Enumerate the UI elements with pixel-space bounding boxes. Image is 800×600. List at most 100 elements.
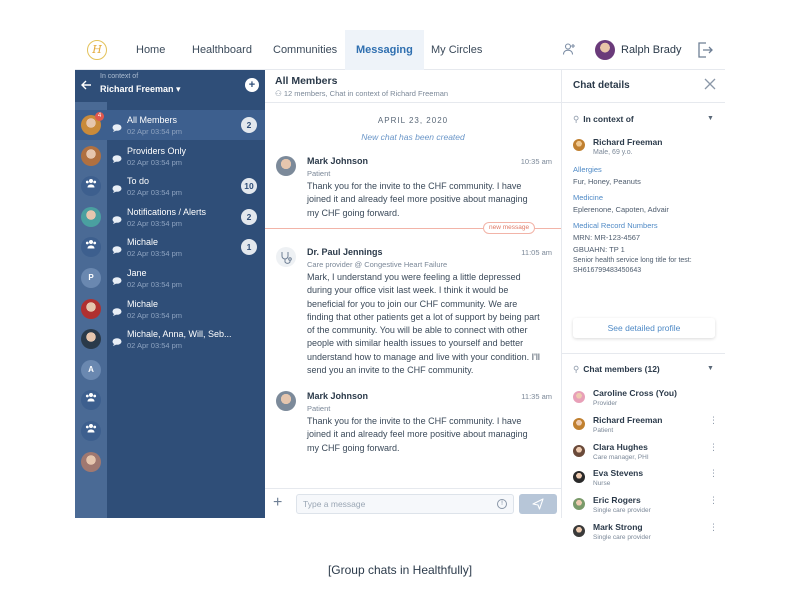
chat-title: To do xyxy=(127,176,150,187)
medicine-value: Eplerenone, Capoten, Advair xyxy=(573,205,669,214)
members-section-header[interactable]: ⚲ Chat members (12) xyxy=(573,364,660,375)
message-sender[interactable]: Dr. Paul Jennings xyxy=(307,247,383,257)
chat-bubble-icon xyxy=(112,150,122,163)
chat-list-item[interactable]: Michale 02 Apr 03:54 pm xyxy=(75,294,265,324)
patient-avatar xyxy=(573,139,585,151)
context-section-title: In context of xyxy=(583,114,634,124)
more-options-icon[interactable]: ⋮ xyxy=(709,469,718,478)
add-user-icon[interactable] xyxy=(561,42,577,58)
chat-date: 02 Apr 03:54 pm xyxy=(127,280,183,289)
message-avatar[interactable] xyxy=(276,391,296,411)
nav-messaging[interactable]: Messaging xyxy=(345,30,424,70)
chat-avatar[interactable] xyxy=(81,206,101,227)
message-composer: + ! xyxy=(265,488,561,518)
nav-communities[interactable]: Communities xyxy=(273,30,337,70)
chat-list-item[interactable]: Providers Only 02 Apr 03:54 pm xyxy=(75,141,265,171)
member-avatar[interactable] xyxy=(573,498,585,511)
senior-service-label: Senior health service long title for tes… xyxy=(573,257,692,264)
message-sender[interactable]: Mark Johnson xyxy=(307,156,368,166)
divider xyxy=(265,102,561,103)
chat-list-item[interactable]: Michale, Anna, Will, Seb... 02 Apr 03:54 … xyxy=(75,324,265,354)
member-name[interactable]: Eric Rogers xyxy=(593,495,641,505)
nav-my-circles[interactable]: My Circles xyxy=(431,30,482,70)
chat-list-item[interactable]: To do 02 Apr 03:54 pm 10 xyxy=(75,171,265,201)
chat-list-item[interactable]: Michale 02 Apr 03:54 pm 1 xyxy=(75,232,265,262)
context-label: In context of xyxy=(100,73,139,80)
date-separator: APRIL 23, 2020 xyxy=(377,116,449,125)
message-sender-role: Patient xyxy=(307,169,331,178)
person-icon: ⚲ xyxy=(573,114,580,124)
group-icon[interactable] xyxy=(81,237,101,258)
unread-count-badge: 10 xyxy=(241,178,257,195)
chat-title: All Members xyxy=(275,75,338,87)
nav-home[interactable]: Home xyxy=(136,30,165,70)
message-avatar[interactable] xyxy=(276,156,296,176)
chat-list-item[interactable]: 4 All Members 02 Apr 03:54 pm 2 xyxy=(75,110,265,140)
chat-avatar[interactable] xyxy=(81,298,101,319)
close-icon[interactable] xyxy=(704,78,716,92)
message-sender-role: Patient xyxy=(307,404,331,413)
image-caption: [Group chats in Healthfully] xyxy=(327,563,473,577)
message-input[interactable] xyxy=(296,494,514,514)
message-text: Thank you for the invite to the CHF comm… xyxy=(307,181,528,218)
member-avatar[interactable] xyxy=(573,525,585,537)
chat-date: 02 Apr 03:54 pm xyxy=(127,188,183,198)
member-name[interactable]: Clara Hughes xyxy=(593,442,648,452)
person-icon: ⚲ xyxy=(573,364,580,374)
member-role: Care manager, PHI xyxy=(593,453,649,461)
member-name[interactable]: Richard Freeman xyxy=(593,415,662,425)
message-sender[interactable]: Mark Johnson xyxy=(307,391,368,401)
chat-list-item[interactable]: P Jane 02 Apr 03:54 pm xyxy=(75,263,265,293)
medicine-label: Medicine xyxy=(573,193,604,202)
context-patient-dropdown[interactable]: Richard Freeman ▾ xyxy=(100,84,181,95)
context-section-header[interactable]: ⚲ In context of xyxy=(573,114,634,125)
member-role: Nurse xyxy=(593,480,611,488)
group-icon[interactable] xyxy=(81,176,101,197)
member-name[interactable]: Caroline Cross (You) xyxy=(593,388,677,398)
message-time: 11:35 am xyxy=(521,392,552,401)
healthfully-logo[interactable]: H xyxy=(87,40,107,60)
mrn-label: Medical Record Numbers xyxy=(573,221,658,230)
chat-bubble-icon xyxy=(112,211,122,224)
see-detailed-profile-button[interactable]: See detailed profile xyxy=(573,318,715,338)
member-avatar[interactable] xyxy=(573,417,585,430)
chat-date: 02 Apr 03:54 pm xyxy=(127,341,183,351)
more-options-icon[interactable]: ⋮ xyxy=(709,415,718,425)
logout-icon[interactable] xyxy=(697,41,713,59)
chat-initial-avatar[interactable]: A xyxy=(81,359,101,380)
member-avatar[interactable] xyxy=(573,471,585,484)
new-chat-button[interactable]: + xyxy=(245,78,259,92)
chevron-down-icon[interactable]: ▼ xyxy=(707,115,714,122)
back-arrow-icon[interactable] xyxy=(81,79,92,93)
member-name[interactable]: Eva Stevens xyxy=(593,468,643,478)
info-icon[interactable]: ! xyxy=(497,499,507,509)
chat-avatar[interactable] xyxy=(81,451,101,472)
chat-details-panel: Chat details ⚲ In context of ▼ Richard Fr… xyxy=(562,70,725,541)
chat-title: All Members xyxy=(127,115,178,125)
allergies-value: Fur, Honey, Peanuts xyxy=(573,177,641,186)
chat-bubble-icon xyxy=(112,333,122,347)
chat-avatar[interactable] xyxy=(81,329,101,350)
patient-name[interactable]: Richard Freeman xyxy=(593,137,662,147)
chat-initial-avatar[interactable]: P xyxy=(81,268,101,288)
chat-list-item[interactable]: Notifications / Alerts 02 Apr 03:54 pm 2 xyxy=(75,202,265,232)
chat-subtitle: ⚇ 12 members, Chat in context of Richard… xyxy=(275,89,448,98)
nav-healthboard[interactable]: Healthboard xyxy=(192,30,252,70)
more-options-icon[interactable]: ⋮ xyxy=(709,523,718,532)
member-name[interactable]: Mark Strong xyxy=(593,522,643,532)
group-icon[interactable] xyxy=(81,421,101,441)
more-options-icon[interactable]: ⋮ xyxy=(709,442,718,452)
chat-avatar[interactable] xyxy=(81,145,101,166)
more-options-icon[interactable]: ⋮ xyxy=(709,496,718,505)
send-button[interactable] xyxy=(519,494,557,514)
member-avatar[interactable] xyxy=(573,444,585,457)
message-time: 11:05 am xyxy=(521,248,552,257)
attach-plus-icon[interactable]: + xyxy=(273,495,282,511)
system-message: New chat has been created xyxy=(361,132,465,142)
member-avatar[interactable] xyxy=(573,391,585,403)
chevron-down-icon[interactable]: ▼ xyxy=(707,365,714,372)
provider-avatar[interactable] xyxy=(276,247,296,267)
user-avatar[interactable] xyxy=(595,40,615,60)
gbuahn-value: GBUAHN: TP 1 xyxy=(573,245,625,254)
user-name[interactable]: Ralph Brady xyxy=(621,30,682,70)
